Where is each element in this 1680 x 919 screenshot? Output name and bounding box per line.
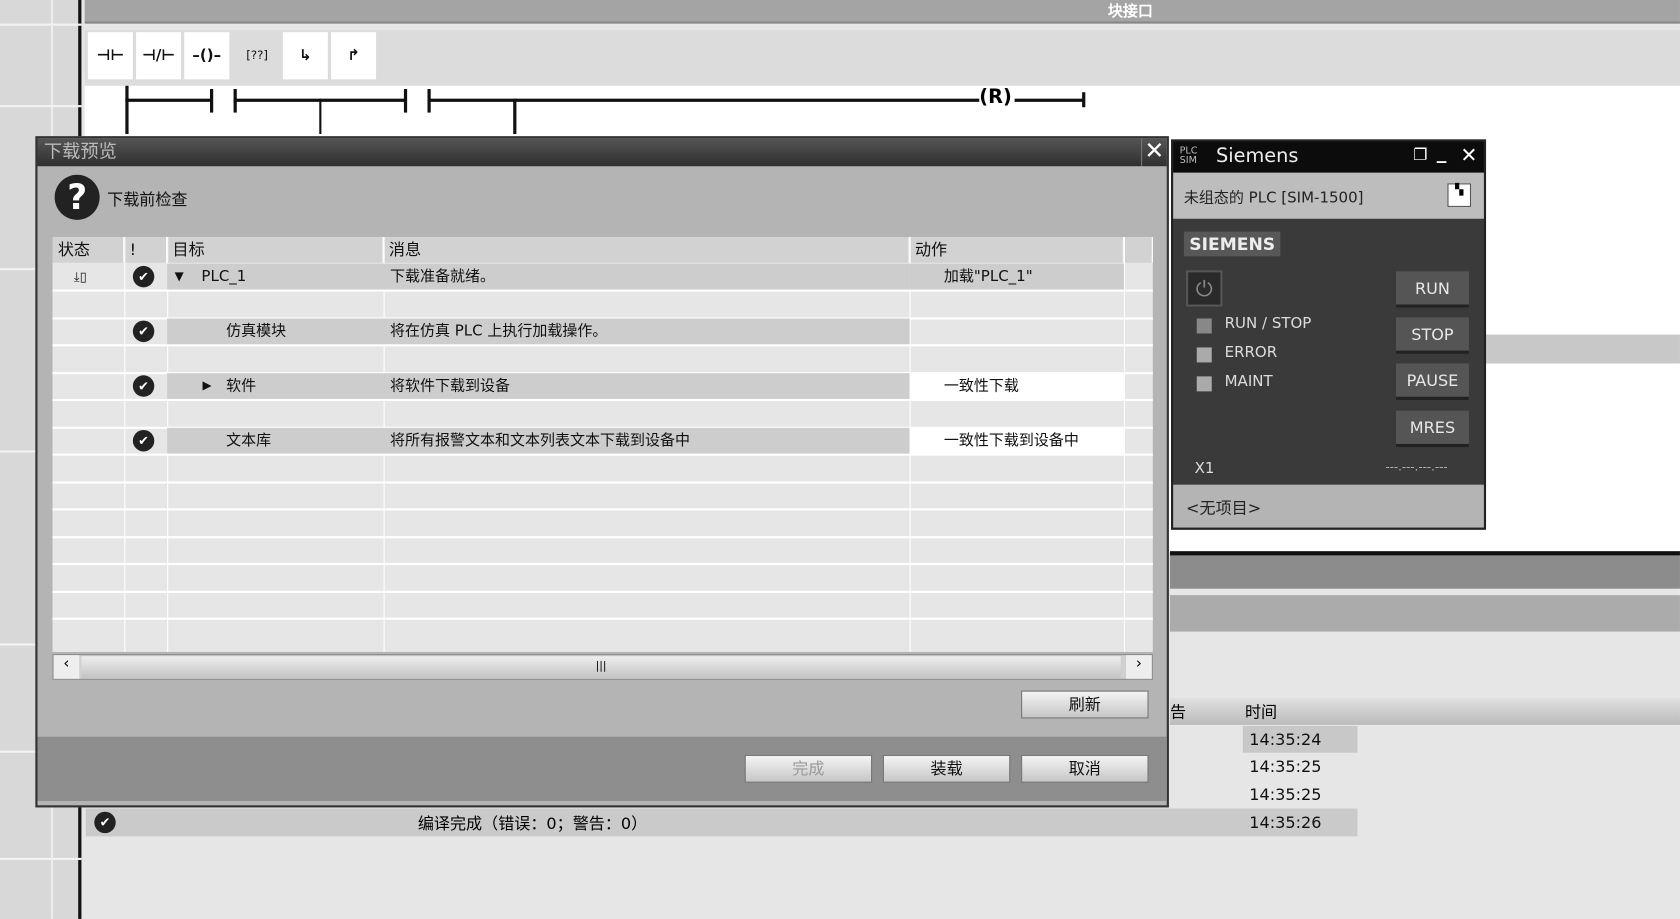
table-row[interactable]: ✔ 仿真模块 将在仿真 PLC 上执行加载操作。 — [52, 318, 1153, 346]
download-check-table: 状态 ! 目标 消息 动作 ⤓▯ ✔ ▼ PLC_1 下载准备就绪。 加载"PL… — [52, 236, 1153, 652]
plc-name: 未组态的 PLC [SIM-1500] — [1183, 189, 1364, 207]
action-cell[interactable]: 加载"PLC_1" — [909, 263, 1124, 290]
column-status[interactable]: 状态 — [52, 236, 125, 263]
reset-coil[interactable]: (R) — [979, 86, 1012, 109]
restore-icon[interactable]: ❐ — [1413, 145, 1427, 164]
project-label: <无项目> — [1186, 498, 1262, 518]
mres-button[interactable]: MRES — [1396, 410, 1469, 448]
block-interface-label: 块接口 — [1107, 3, 1153, 21]
message-time: 14:35:26 — [1249, 812, 1322, 833]
dialog-footer: 完成 装载 取消 — [37, 736, 1167, 802]
plcsim-logo: PLC SIM — [1179, 145, 1198, 167]
table-row[interactable]: ✔ ▶ 软件 将软件下载到设备 一致性下载 — [52, 373, 1153, 401]
plcsim-titlebar[interactable]: PLC SIM Siemens ❐ _ ✕ — [1173, 141, 1484, 173]
scroll-right-icon[interactable]: › — [1126, 655, 1152, 679]
table-row[interactable]: ⤓▯ ✔ ▼ PLC_1 下载准备就绪。 加载"PLC_1" — [52, 263, 1153, 292]
scroll-thumb[interactable]: ||| — [81, 656, 1121, 678]
check-icon: ✔ — [132, 320, 155, 343]
action-dropdown[interactable]: 一致性下载到设备中 — [909, 427, 1124, 454]
block-interface-bar[interactable]: 块接口 — [84, 0, 1680, 24]
column-message[interactable]: 消息 — [383, 236, 910, 263]
normally-open-contact-icon[interactable]: ⊣⊢ — [87, 32, 133, 80]
check-icon: ✔ — [94, 811, 116, 834]
column-action[interactable]: 动作 — [909, 236, 1124, 263]
time-column-header: 时间 — [1244, 702, 1278, 722]
close-icon[interactable]: ✕ — [1460, 144, 1477, 168]
horizontal-scrollbar[interactable]: ‹ ||| › — [52, 654, 1153, 680]
plcsim-window: PLC SIM Siemens ❐ _ ✕ 未组态的 PLC [SIM-1500… — [1171, 139, 1487, 530]
ip-address: ---.---.---.--- — [1385, 460, 1448, 474]
action-dropdown[interactable]: 一致性下载 — [909, 373, 1124, 399]
column-target[interactable]: 目标 — [167, 236, 384, 263]
empty-box-icon[interactable]: [??] — [235, 32, 280, 79]
siemens-logo: SIEMENS — [1183, 231, 1281, 257]
cancel-button[interactable]: 取消 — [1021, 754, 1149, 783]
message-time: 14:35:24 — [1249, 730, 1322, 750]
table-row[interactable]: ✔ 文本库 将所有报警文本和文本列表文本下载到设备中 一致性下载到设备中 — [52, 427, 1153, 456]
check-icon: ✔ — [132, 429, 155, 452]
ladder-toolbar: ⊣⊢ ⊣/⊢ –()– [??] ↳ ↱ — [84, 30, 1680, 86]
switch-view-icon[interactable]: ▚ — [1447, 183, 1472, 207]
error-led — [1196, 347, 1212, 363]
power-icon[interactable]: ⏻ — [1186, 270, 1223, 307]
normally-closed-contact-icon[interactable]: ⊣/⊢ — [136, 32, 182, 80]
load-button[interactable]: 装载 — [882, 754, 1011, 783]
question-icon: ? — [54, 174, 100, 220]
run-button[interactable]: RUN — [1396, 271, 1469, 308]
open-branch-icon[interactable]: ↳ — [282, 32, 328, 80]
dialog-heading: 下载前检查 — [107, 189, 188, 210]
minimize-icon[interactable]: _ — [1437, 142, 1447, 165]
check-icon: ✔ — [132, 375, 155, 397]
download-preview-dialog: 下载预览 ✕ ? 下载前检查 状态 ! 目标 消息 动作 ⤓▯ ✔ ▼ PLC_1… — [35, 136, 1169, 808]
download-icon: ⤓▯ — [73, 269, 87, 285]
dialog-titlebar[interactable]: 下载预览 ✕ — [37, 138, 1167, 167]
pause-button[interactable]: PAUSE — [1396, 363, 1469, 400]
close-icon[interactable]: ✕ — [1141, 138, 1167, 167]
refresh-button[interactable]: 刷新 — [1021, 690, 1149, 719]
check-icon: ✔ — [132, 265, 155, 288]
coil-icon[interactable]: –()– — [184, 32, 230, 80]
close-branch-icon[interactable]: ↱ — [331, 32, 377, 80]
scroll-left-icon[interactable]: ‹ — [53, 655, 80, 679]
message-row[interactable]: ✔ 编译完成（错误：0；警告：0） — [85, 808, 1358, 837]
expand-icon[interactable]: ▶ — [202, 373, 211, 399]
run-stop-led — [1196, 318, 1212, 334]
collapse-icon[interactable]: ▼ — [175, 264, 184, 290]
stop-button[interactable]: STOP — [1396, 317, 1469, 354]
maint-led — [1196, 376, 1212, 392]
message-time: 14:35:25 — [1249, 784, 1322, 805]
message-time: 14:35:25 — [1249, 757, 1322, 777]
column-alert[interactable]: ! — [124, 236, 168, 263]
finish-button[interactable]: 完成 — [744, 754, 873, 783]
messages-header: 告 时间 — [1169, 698, 1680, 725]
slot-label: X1 — [1194, 460, 1215, 478]
